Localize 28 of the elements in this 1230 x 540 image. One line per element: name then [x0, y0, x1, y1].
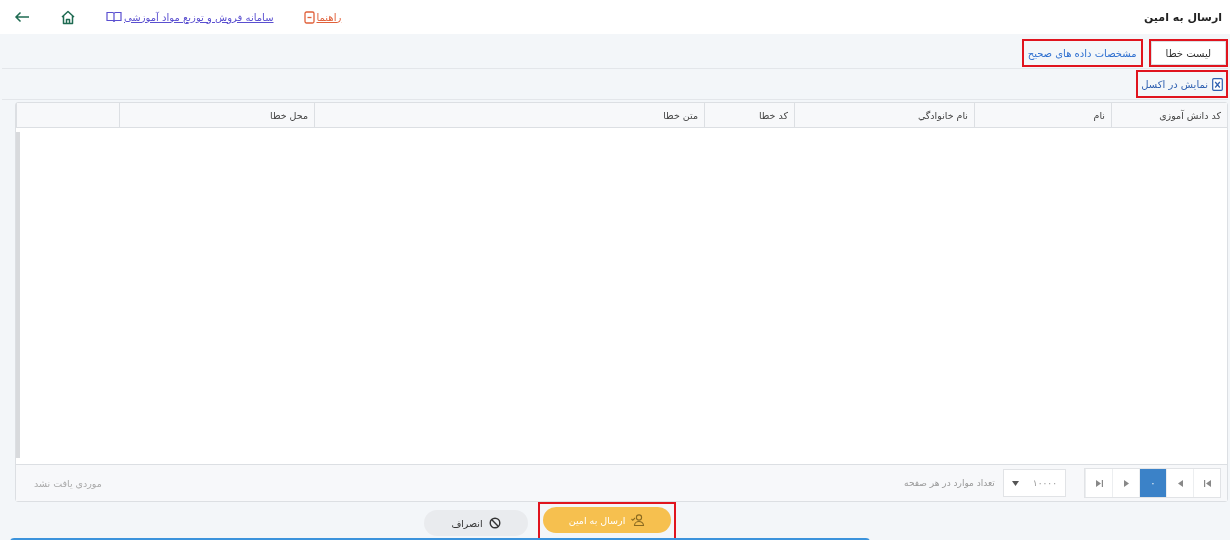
user-check-icon — [631, 514, 646, 526]
tab[interactable]: لیست خطا — [1150, 41, 1226, 65]
last-page-icon — [1095, 479, 1103, 487]
next-icon — [1122, 479, 1130, 487]
column-header: محل خطا — [119, 103, 314, 127]
page-button[interactable]: ۰ — [1139, 469, 1166, 497]
page-size-dropdown[interactable]: ۱۰۰۰۰ — [1002, 469, 1066, 497]
first-page-icon — [1203, 479, 1211, 487]
column-header: نام — [974, 103, 1111, 127]
cancel-button[interactable]: انصراف — [424, 510, 528, 536]
column-header: کد خطا — [704, 103, 794, 127]
tab[interactable]: مشخصات داده های صحیح — [1023, 41, 1141, 65]
back-arrow-icon[interactable] — [14, 11, 30, 23]
page-title: ارسال به امین — [1143, 10, 1222, 24]
excel-export-button[interactable]: نمایش در اکسل — [1138, 72, 1226, 96]
column-header: نام خانوادگي — [794, 103, 974, 127]
column-header: متن خطا — [314, 103, 704, 127]
home-icon[interactable] — [60, 9, 76, 25]
previous-icon — [1176, 479, 1184, 487]
column-header: کد دانش آموزی — [1111, 103, 1227, 127]
help-link[interactable]: راهنما — [303, 10, 342, 24]
book-icon — [106, 11, 122, 23]
page-size-label: تعداد موارد در هر صفحه — [904, 478, 995, 488]
spreadsheet-file-icon — [1212, 77, 1223, 91]
empty-status-text: موردی یافت نشد — [33, 477, 102, 489]
dropdown-caret-icon — [1011, 480, 1019, 486]
document-icon — [303, 10, 315, 24]
ban-icon — [488, 517, 501, 529]
